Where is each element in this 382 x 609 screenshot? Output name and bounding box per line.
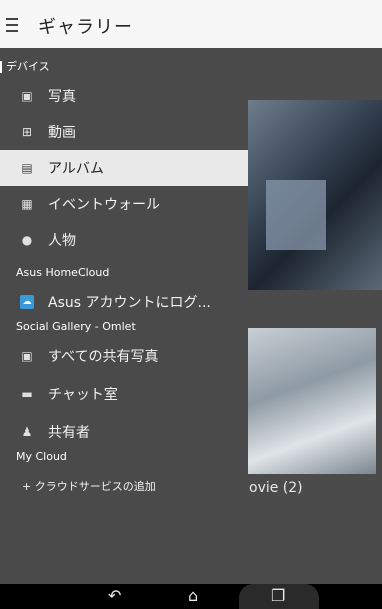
recent-apps-button[interactable]: ❐ <box>239 584 319 609</box>
drawer-item-label: 写真 <box>48 89 76 105</box>
event-wall-icon: ▦ <box>21 197 33 211</box>
album-thumbnail[interactable] <box>246 328 376 474</box>
section-marker <box>0 61 2 73</box>
drawer-item-event-wall[interactable]: ▦ イベントウォール <box>0 186 248 222</box>
video-icon: ⊞ <box>21 125 33 139</box>
drawer-item-shared-photos[interactable]: ▣ すべての共有写真 <box>0 338 248 374</box>
section-label-mycloud: My Cloud <box>16 450 67 463</box>
album-icon: ▤ <box>21 161 33 175</box>
drawer-item-albums[interactable]: ▤ アルバム <box>0 150 248 186</box>
recent-apps-icon: ❐ <box>271 586 286 605</box>
shared-photos-icon: ▣ <box>21 349 33 363</box>
menu-icon[interactable] <box>6 18 18 32</box>
drawer-item-label: 動画 <box>48 125 76 141</box>
add-cloud-service-button[interactable]: + クラウドサービスの追加 <box>0 468 270 504</box>
thumbnail-detail <box>266 180 326 250</box>
app-header: ギャラリー <box>0 0 382 48</box>
drawer-item-label: Asus アカウントにログ... <box>48 295 211 311</box>
drawer-item-label: チャット室 <box>48 387 118 403</box>
navigation-drawer: デバイス ▣ 写真 ⊞ 動画 ▤ アルバム ▦ イベントウォール ● 人物 As… <box>0 48 248 584</box>
album-thumbnail[interactable] <box>246 100 382 290</box>
drawer-item-label: 共有者 <box>48 425 90 441</box>
drawer-item-label: すべての共有写真 <box>48 349 159 365</box>
asus-cloud-icon: ☁ <box>20 295 34 309</box>
drawer-item-people[interactable]: ● 人物 <box>0 222 248 258</box>
drawer-item-asus-account[interactable]: ☁ Asus アカウントにログ... <box>0 284 248 320</box>
drawer-item-label: アルバム <box>48 161 104 177</box>
section-label-social: Social Gallery - Omlet <box>16 320 136 333</box>
system-nav-bar: ↶ ⌂ ❐ <box>0 584 382 609</box>
people-icon: ● <box>21 233 33 247</box>
photo-icon: ▣ <box>21 89 33 103</box>
home-icon[interactable]: ⌂ <box>188 587 198 605</box>
drawer-item-label: イベントウォール <box>48 197 160 213</box>
drawer-item-photos[interactable]: ▣ 写真 <box>0 78 248 114</box>
drawer-item-chat[interactable]: ▬ チャット室 <box>0 376 248 412</box>
section-label-homecloud: Asus HomeCloud <box>16 266 110 279</box>
drawer-item-sharers[interactable]: ♟ 共有者 <box>0 414 248 450</box>
drawer-item-label: 人物 <box>48 233 76 249</box>
page-title: ギャラリー <box>38 17 133 38</box>
section-label-text: デバイス <box>6 60 50 73</box>
sharer-icon: ♟ <box>21 425 33 439</box>
chat-icon: ▬ <box>21 387 33 401</box>
drawer-item-videos[interactable]: ⊞ 動画 <box>0 114 248 150</box>
back-icon[interactable]: ↶ <box>108 587 121 605</box>
section-label-device: デバイス <box>0 58 50 76</box>
